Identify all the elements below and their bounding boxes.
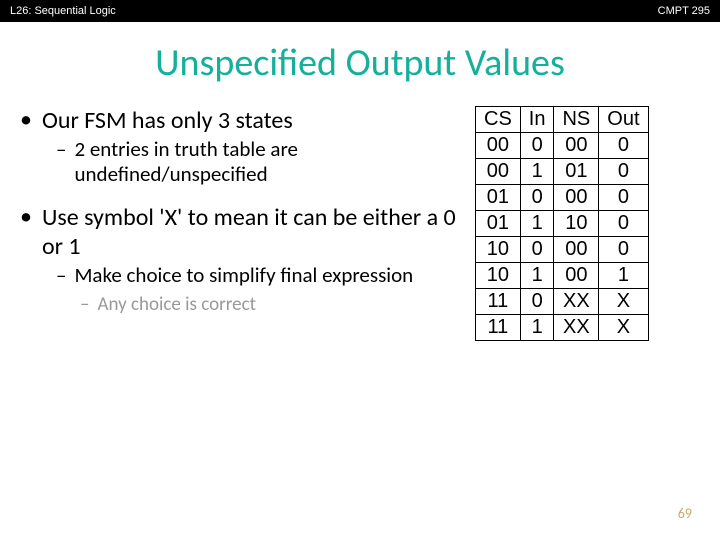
truth-table: CS In NS Out 000000 001010 010000 011100… xyxy=(475,106,649,341)
th-cs: CS xyxy=(476,107,521,133)
table-header-row: CS In NS Out xyxy=(476,107,649,133)
bullet-dot-icon: • xyxy=(20,106,32,135)
bullet-1-text: Our FSM has only 3 states xyxy=(42,106,293,135)
bullet-2a: – Make choice to simplify final expressi… xyxy=(56,263,465,288)
table-row: 111XXX xyxy=(476,315,649,341)
header-bar: L26: Sequential Logic CMPT 295 xyxy=(0,0,720,22)
table-column: CS In NS Out 000000 001010 010000 011100… xyxy=(475,106,700,341)
bullet-2b: – Any choice is correct xyxy=(80,293,465,316)
page-number: 69 xyxy=(678,505,692,522)
dash-icon: – xyxy=(56,137,66,162)
content-area: • Our FSM has only 3 states – 2 entries … xyxy=(0,86,720,341)
bullet-dot-icon: • xyxy=(20,203,32,232)
header-right: CMPT 295 xyxy=(658,5,710,17)
table-row: 011100 xyxy=(476,211,649,237)
table-row: 010000 xyxy=(476,185,649,211)
bullet-column: • Our FSM has only 3 states – 2 entries … xyxy=(20,106,475,341)
bullet-2-text: Use symbol 'X' to mean it can be either … xyxy=(42,203,465,261)
bullet-2: • Use symbol 'X' to mean it can be eithe… xyxy=(20,203,465,261)
bullet-1: • Our FSM has only 3 states xyxy=(20,106,465,135)
th-in: In xyxy=(520,107,554,133)
table-row: 000000 xyxy=(476,133,649,159)
bullet-1a-text: 2 entries in truth table are undefined/u… xyxy=(74,137,465,187)
bullet-2a-text: Make choice to simplify final expression xyxy=(74,263,413,288)
bullet-2b-text: Any choice is correct xyxy=(97,293,256,316)
th-ns: NS xyxy=(554,107,599,133)
slide: L26: Sequential Logic CMPT 295 Unspecifi… xyxy=(0,0,720,540)
table-row: 110XXX xyxy=(476,289,649,315)
table-row: 001010 xyxy=(476,159,649,185)
th-out: Out xyxy=(599,107,648,133)
table-row: 101001 xyxy=(476,263,649,289)
dash-icon: – xyxy=(80,293,89,316)
table-row: 100000 xyxy=(476,237,649,263)
header-left: L26: Sequential Logic xyxy=(10,5,116,17)
slide-title: Unspecified Output Values xyxy=(0,40,720,86)
dash-icon: – xyxy=(56,263,66,288)
bullet-1a: – 2 entries in truth table are undefined… xyxy=(56,137,465,187)
